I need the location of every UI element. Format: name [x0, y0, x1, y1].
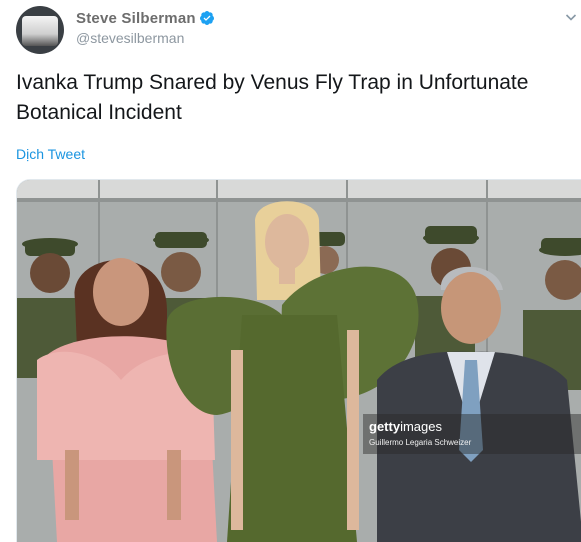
- watermark-credit: Guillermo Legaria Schweizer: [369, 438, 472, 447]
- avatar-image: [22, 16, 58, 46]
- getty-watermark: gettyimages Guillermo Legaria Schweizer: [363, 414, 581, 454]
- author-name-row[interactable]: Steve Silberman: [76, 8, 215, 28]
- chevron-down-icon[interactable]: [565, 10, 577, 22]
- tweet-header: Steve Silberman @stevesilberman: [0, 0, 581, 58]
- watermark-logo: gettyimages: [369, 419, 442, 434]
- tweet-text: Ivanka Trump Snared by Venus Fly Trap in…: [16, 71, 529, 124]
- tweet-photo[interactable]: gettyimages Guillermo Legaria Schweizer: [16, 179, 581, 542]
- display-name[interactable]: Steve Silberman: [76, 10, 196, 27]
- translate-tweet-link[interactable]: Dịch Tweet: [16, 146, 85, 162]
- photo-illustration: [17, 180, 581, 542]
- handle[interactable]: @stevesilberman: [76, 30, 184, 46]
- verified-badge-icon: [199, 10, 215, 26]
- avatar[interactable]: [16, 6, 64, 54]
